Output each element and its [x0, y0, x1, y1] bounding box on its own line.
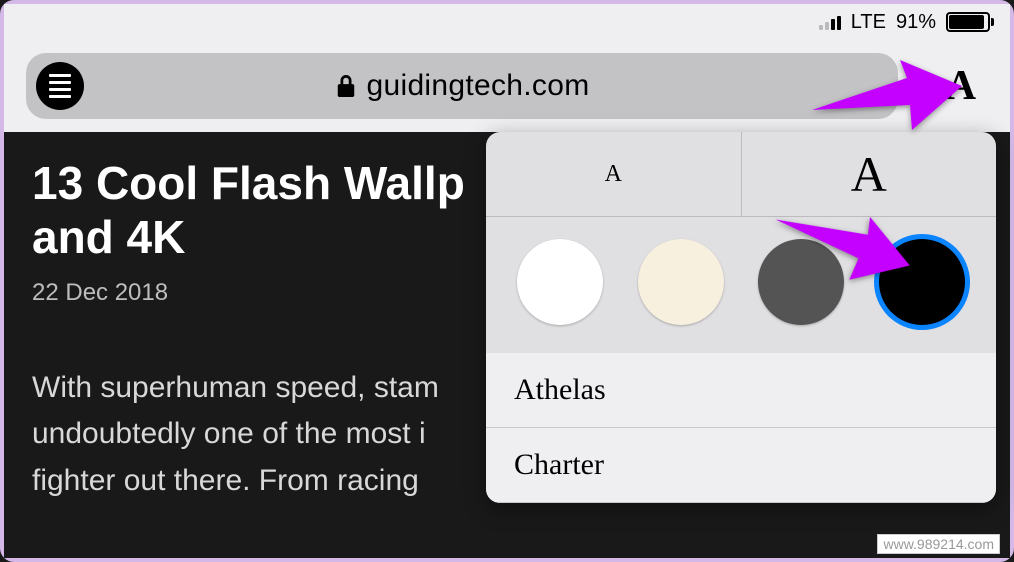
font-size-row: A A — [486, 132, 996, 216]
font-option-charter[interactable]: Charter — [486, 428, 996, 503]
battery-icon — [946, 12, 994, 32]
theme-swatch-sepia[interactable] — [638, 239, 724, 325]
watermark: www.989214.com — [877, 534, 1000, 554]
url-domain: guidingtech.com — [367, 69, 590, 103]
font-option-athelas[interactable]: Athelas — [486, 353, 996, 428]
lock-icon — [335, 72, 357, 100]
annotation-arrow-1 — [812, 60, 962, 130]
network-type: LTE — [851, 11, 886, 34]
theme-swatch-white[interactable] — [517, 239, 603, 325]
status-bar: LTE 91% — [4, 4, 1010, 40]
address-bar[interactable]: guidingtech.com — [26, 53, 898, 119]
reader-menu-button[interactable] — [36, 62, 84, 110]
decrease-font-button[interactable]: A — [486, 132, 742, 216]
reader-settings-popover: A A Athelas Charter — [486, 132, 996, 503]
battery-percentage: 91% — [896, 11, 936, 34]
cellular-signal-icon — [819, 14, 841, 30]
font-list: Athelas Charter — [486, 353, 996, 503]
